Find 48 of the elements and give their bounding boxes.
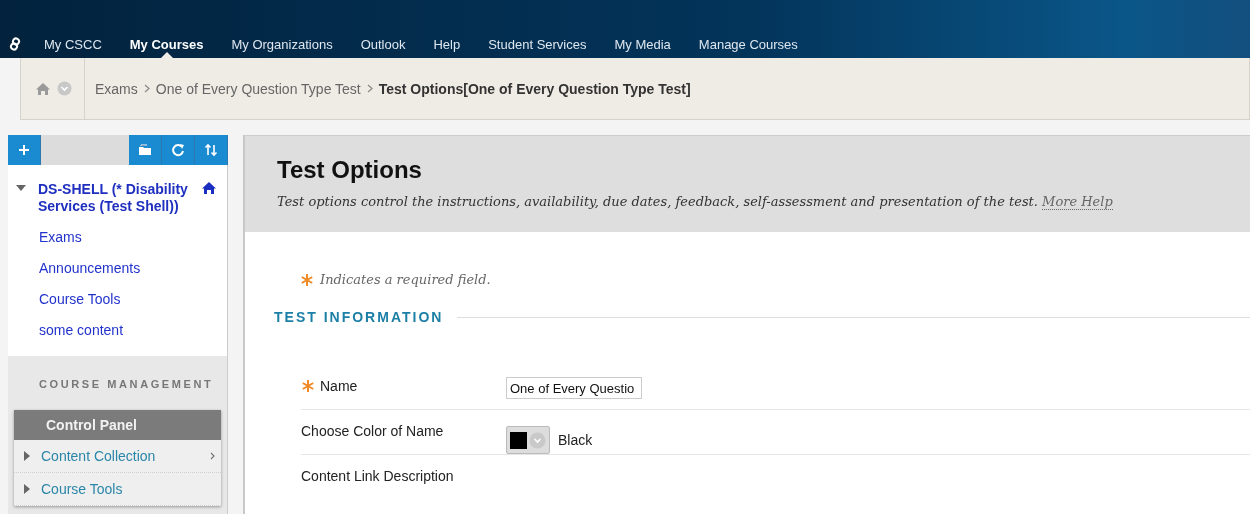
chevron-icon	[143, 84, 150, 93]
color-picker[interactable]	[506, 426, 550, 454]
expand-triangle-icon[interactable]	[24, 484, 31, 494]
color-name: Black	[558, 432, 593, 448]
name-input[interactable]: One of Every Questio	[506, 377, 642, 399]
panel-menu-item[interactable]: Course Tools	[14, 473, 221, 506]
folder-icon	[138, 143, 152, 157]
breadcrumb[interactable]: One of Every Question Type Test	[155, 80, 361, 97]
sort-button[interactable]	[195, 135, 228, 165]
panel-menu-link[interactable]: Content Collection	[41, 448, 200, 464]
nav-tab[interactable]: Manage Courses	[684, 30, 812, 58]
course-menu-link[interactable]: some content	[39, 322, 217, 338]
field-label: Name	[320, 378, 358, 394]
course-title-link[interactable]: DS-SHELL (* Disability Services (Test Shell))	[38, 181, 189, 215]
chevron-icon	[366, 84, 373, 93]
course-menu-link[interactable]: Exams	[39, 229, 217, 245]
expand-triangle-icon[interactable]	[24, 451, 31, 461]
page-description: Test options control the instructions, availability, due dates, feedback, self-assessment and presentation of the test. More Help	[277, 194, 1114, 209]
nav-tab[interactable]: My CSCC	[30, 30, 116, 58]
section-heading: COURSE MANAGEMENT	[38, 378, 215, 390]
nav-tab[interactable]: Student Services	[474, 30, 601, 58]
panel-menu-item[interactable]: Content Collection	[14, 440, 221, 473]
field-label: Content Link Description	[301, 468, 454, 484]
panel-header: Control Panel	[14, 410, 221, 440]
refresh-button[interactable]	[162, 135, 195, 165]
nav-tab[interactable]: Help	[419, 30, 475, 58]
refresh-icon	[171, 143, 185, 157]
folder-button[interactable]	[129, 135, 162, 165]
field-label: Choose Color of Name	[301, 423, 444, 439]
nav-tab[interactable]: My Organizations	[217, 30, 347, 58]
breadcrumb: Test Options[One of Every Question Type Test]	[378, 80, 691, 97]
chain-logo-icon[interactable]	[8, 37, 22, 51]
nav-tab[interactable]: Outlook	[346, 30, 420, 58]
required-asterisk-icon	[300, 272, 314, 287]
plus-icon	[17, 143, 31, 157]
page-title: Test Options	[277, 156, 423, 184]
panel-menu-link[interactable]: Course Tools	[41, 481, 221, 497]
home-icon[interactable]	[201, 181, 217, 195]
course-menu-link[interactable]: Course Tools	[39, 291, 217, 307]
expand-triangle-icon[interactable]	[16, 185, 26, 193]
nav-tab[interactable]: My Media	[600, 30, 685, 58]
section-heading: TEST INFORMATION	[274, 309, 444, 325]
required-note: Indicates a required field.	[320, 272, 491, 287]
help-link[interactable]: More Help	[1042, 194, 1113, 210]
add-button[interactable]	[8, 135, 41, 165]
course-menu-link[interactable]: Announcements	[39, 260, 217, 276]
sort-arrows-icon	[204, 143, 218, 157]
breadcrumb[interactable]: Exams	[95, 80, 138, 97]
